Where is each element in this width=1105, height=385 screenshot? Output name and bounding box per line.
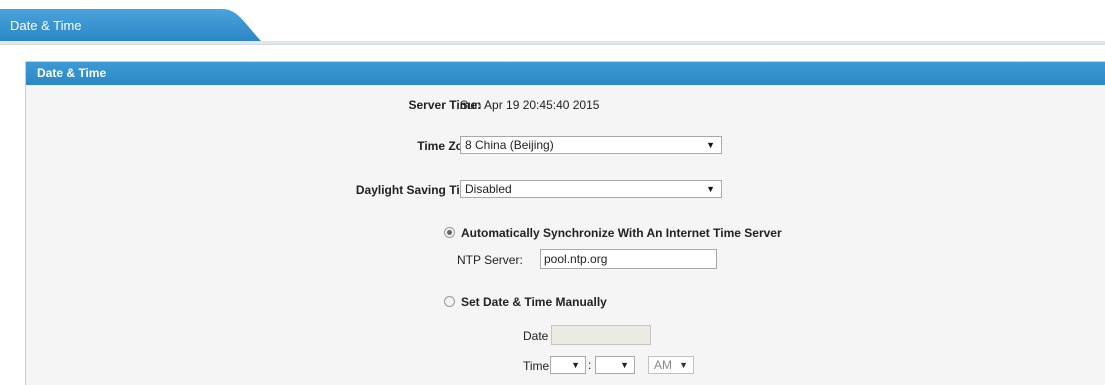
time-separator: : [588, 358, 592, 372]
dst-select[interactable]: Disabled ▼ [460, 180, 722, 198]
chevron-down-icon: ▼ [706, 184, 715, 194]
chevron-down-icon: ▼ [679, 360, 688, 370]
server-time-value: Sun Apr 19 20:45:40 2015 [460, 98, 600, 112]
ntp-server-input[interactable] [540, 249, 717, 269]
panel-title: Date & Time [26, 62, 1105, 85]
hour-select[interactable]: ▼ [550, 356, 586, 374]
tab-label: Date & Time [10, 18, 82, 33]
tab-baseline [0, 41, 1105, 45]
minute-select[interactable]: ▼ [595, 356, 635, 374]
manual-radio[interactable] [444, 296, 455, 307]
chevron-down-icon: ▼ [620, 360, 629, 370]
date-label: Date [523, 329, 549, 343]
auto-sync-radio[interactable] [444, 227, 455, 238]
date-input[interactable] [551, 325, 651, 345]
tab-date-time[interactable]: Date & Time [0, 9, 262, 42]
chevron-down-icon: ▼ [706, 140, 715, 150]
date-time-panel: Date & Time Server Time: Sun Apr 19 20:4… [25, 61, 1105, 385]
dst-value: Disabled [465, 182, 512, 196]
time-zone-select[interactable]: 8 China (Beijing) ▼ [460, 136, 722, 154]
time-zone-value: 8 China (Beijing) [465, 138, 554, 152]
chevron-down-icon: ▼ [571, 360, 580, 370]
ampm-value: AM [654, 358, 672, 372]
manual-label: Set Date & Time Manually [461, 295, 607, 309]
ntp-server-label: NTP Server: [457, 253, 523, 267]
auto-sync-label: Automatically Synchronize With An Intern… [461, 226, 782, 240]
time-label: Time [523, 359, 550, 373]
tab-strip: Date & Time [0, 0, 1105, 45]
ampm-select[interactable]: AM ▼ [648, 356, 694, 374]
